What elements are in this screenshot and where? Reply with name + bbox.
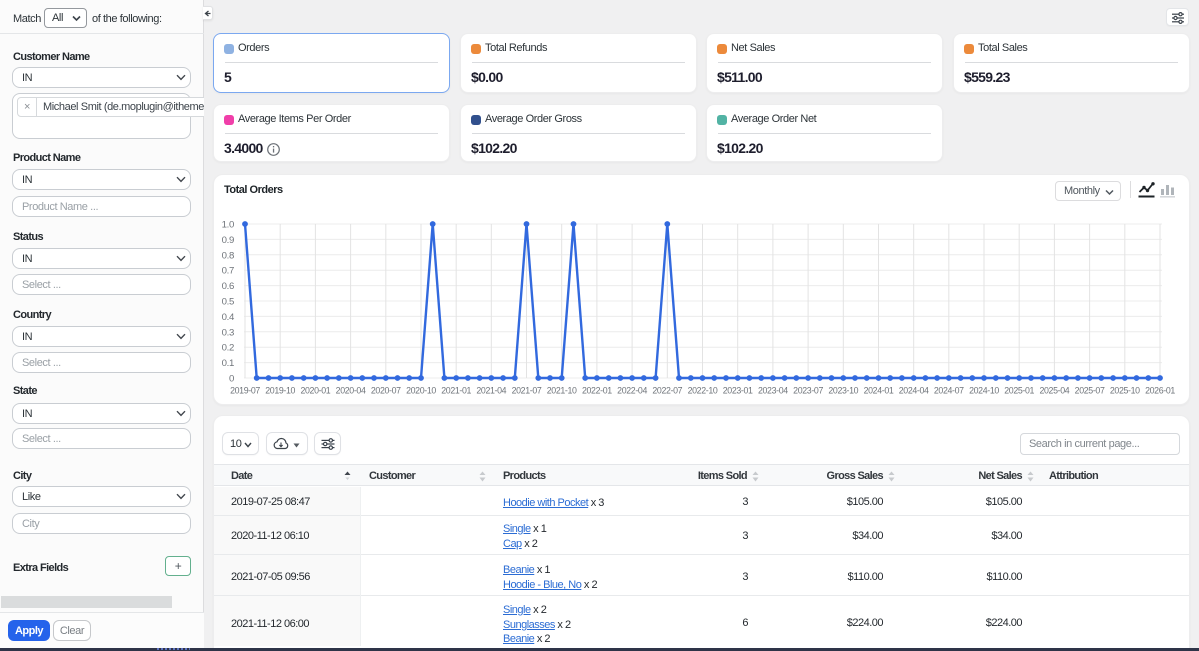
- svg-text:0.5: 0.5: [222, 297, 234, 308]
- svg-text:2021-07: 2021-07: [512, 386, 542, 396]
- svg-text:2026-01: 2026-01: [1145, 386, 1175, 396]
- svg-text:2021-10: 2021-10: [547, 386, 577, 396]
- svg-text:0.7: 0.7: [222, 266, 234, 277]
- svg-text:2023-07: 2023-07: [793, 386, 823, 396]
- svg-text:2025-04: 2025-04: [1039, 386, 1069, 396]
- svg-text:2020-04: 2020-04: [336, 386, 366, 396]
- svg-text:2023-04: 2023-04: [758, 386, 788, 396]
- svg-text:2020-01: 2020-01: [300, 386, 330, 396]
- svg-text:2024-07: 2024-07: [934, 386, 964, 396]
- svg-text:0.1: 0.1: [222, 358, 234, 369]
- svg-text:2022-10: 2022-10: [688, 386, 718, 396]
- svg-text:2023-10: 2023-10: [828, 386, 858, 396]
- svg-text:2021-01: 2021-01: [441, 386, 471, 396]
- svg-text:0.4: 0.4: [222, 312, 235, 323]
- svg-text:2022-07: 2022-07: [652, 386, 682, 396]
- svg-text:2024-01: 2024-01: [864, 386, 894, 396]
- svg-text:1.0: 1.0: [222, 220, 234, 231]
- svg-text:2021-04: 2021-04: [476, 386, 506, 396]
- svg-text:2020-10: 2020-10: [406, 386, 436, 396]
- svg-text:2022-01: 2022-01: [582, 386, 612, 396]
- svg-text:2020-07: 2020-07: [371, 386, 401, 396]
- svg-text:2024-04: 2024-04: [899, 386, 929, 396]
- svg-text:2019-10: 2019-10: [265, 386, 295, 396]
- svg-text:2025-10: 2025-10: [1110, 386, 1140, 396]
- svg-text:2025-01: 2025-01: [1004, 386, 1034, 396]
- svg-text:0.8: 0.8: [222, 250, 234, 261]
- svg-text:2022-04: 2022-04: [617, 386, 647, 396]
- svg-text:0: 0: [229, 374, 234, 385]
- svg-text:0.3: 0.3: [222, 327, 234, 338]
- svg-text:0.9: 0.9: [222, 235, 234, 246]
- svg-text:2025-07: 2025-07: [1075, 386, 1105, 396]
- svg-text:0.6: 0.6: [222, 281, 234, 292]
- svg-text:2024-10: 2024-10: [969, 386, 999, 396]
- svg-text:2023-01: 2023-01: [723, 386, 753, 396]
- svg-text:2019-07: 2019-07: [230, 386, 260, 396]
- svg-text:0.2: 0.2: [222, 343, 234, 354]
